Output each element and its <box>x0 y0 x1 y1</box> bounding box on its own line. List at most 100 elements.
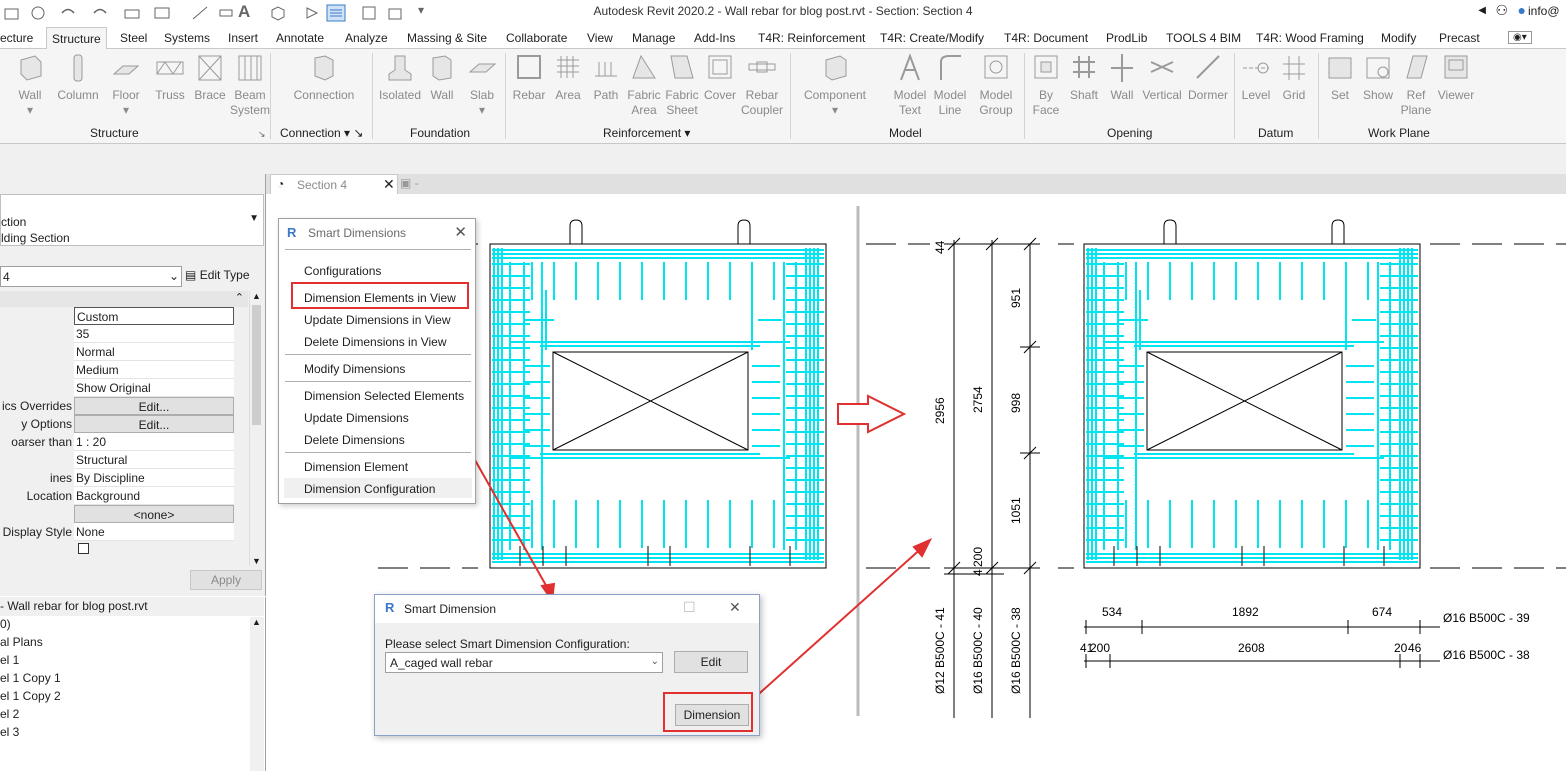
scroll-thumb[interactable] <box>252 305 261 425</box>
property-group-header[interactable]: ⌃ <box>0 291 248 307</box>
cover-button[interactable]: Cover <box>698 52 742 103</box>
tab-architecture[interactable]: ecture <box>0 31 33 45</box>
browser-item[interactable]: el 1 Copy 1 <box>0 671 61 685</box>
browser-item[interactable]: el 3 <box>0 725 19 739</box>
browser-item[interactable]: al Plans <box>0 635 43 649</box>
scroll-down-icon[interactable]: ▼ <box>252 556 261 566</box>
model-group-button[interactable]: Model Group <box>974 52 1018 118</box>
tab-view[interactable]: View <box>587 31 613 45</box>
property-value[interactable]: None <box>74 523 234 541</box>
instance-filter-dropdown[interactable]: 4 ⌄ <box>0 266 182 287</box>
property-value[interactable]: Edit... <box>74 397 234 415</box>
brace-button[interactable]: Brace <box>188 52 232 103</box>
menu-update-dimensions[interactable]: Update Dimensions <box>304 411 409 425</box>
browser-item[interactable]: el 1 Copy 2 <box>0 689 61 703</box>
model-text-button[interactable]: Model Text <box>888 52 932 118</box>
apply-button[interactable]: Apply <box>190 570 262 590</box>
tab-t4r-reinforcement[interactable]: T4R: Reinforcement <box>758 31 865 45</box>
property-checkbox[interactable] <box>78 543 89 554</box>
property-value[interactable]: 35 <box>74 325 234 343</box>
panel-reinforcement-label[interactable]: Reinforcement ▾ <box>603 126 690 140</box>
tab-steel[interactable]: Steel <box>120 31 147 45</box>
connection-button[interactable]: Connection <box>290 52 358 103</box>
menu-modify-dimensions[interactable]: Modify Dimensions <box>304 362 405 376</box>
browser-item[interactable]: el 2 <box>0 707 19 721</box>
user-icon[interactable]: ● <box>1518 2 1526 18</box>
tab-list-icon[interactable]: ▣ - <box>400 176 419 190</box>
tab-analyze[interactable]: Analyze <box>345 31 388 45</box>
grid-button[interactable]: Grid <box>1272 52 1316 103</box>
ribbon-minimize-icon[interactable]: ◉▾ <box>1508 31 1532 44</box>
ref-plane-button[interactable]: Ref Plane <box>1394 52 1438 118</box>
viewer-button[interactable]: Viewer <box>1434 52 1478 103</box>
menu-delete-dimensions-in-view[interactable]: Delete Dimensions in View <box>304 335 447 349</box>
tab-structure[interactable]: Structure <box>46 27 107 49</box>
chevron-left-icon[interactable]: ◀ <box>1478 5 1486 16</box>
rebar-button[interactable]: Rebar <box>507 52 551 103</box>
property-value[interactable]: Background <box>74 487 234 505</box>
slab-button[interactable]: Slab ▾ <box>460 52 504 118</box>
wall-foundation-button[interactable]: Wall <box>420 52 464 103</box>
tab-collaborate[interactable]: Collaborate <box>506 31 567 45</box>
tab-annotate[interactable]: Annotate <box>276 31 324 45</box>
collapse-icon[interactable]: ⌃ <box>235 291 244 304</box>
tab-tools-4-bim[interactable]: TOOLS 4 BIM <box>1166 31 1241 45</box>
panel-launcher-icon[interactable]: ↘ <box>258 129 266 140</box>
property-value[interactable]: <none> <box>74 505 234 523</box>
beam-system-button[interactable]: Beam System <box>228 52 272 118</box>
tab-prodlib[interactable]: ProdLib <box>1106 31 1147 45</box>
menu-dimension-element[interactable]: Dimension Element <box>304 460 408 474</box>
close-icon[interactable]: ✕ <box>383 176 395 193</box>
tab-t4r-wood-framing[interactable]: T4R: Wood Framing <box>1256 31 1364 45</box>
tab-section-4[interactable]: ◔ Section 4 ✕ <box>270 174 398 194</box>
truss-button[interactable]: Truss <box>148 52 192 103</box>
close-icon[interactable]: ✕ <box>454 223 467 241</box>
dormer-button[interactable]: Dormer <box>1186 52 1230 103</box>
tab-t4r-create-modify[interactable]: T4R: Create/Modify <box>880 31 984 45</box>
properties-scrollbar[interactable]: ▲ ▼ <box>249 291 263 566</box>
property-value[interactable]: Structural <box>74 451 234 469</box>
tab-systems[interactable]: Systems <box>164 31 210 45</box>
tab-add-ins[interactable]: Add-Ins <box>694 31 735 45</box>
property-value[interactable]: By Discipline <box>74 469 234 487</box>
binoculars-icon[interactable]: ⚇ <box>1495 2 1508 19</box>
model-line-button[interactable]: Model Line <box>928 52 972 118</box>
edit-type-button[interactable]: ▤ Edit Type <box>185 268 250 282</box>
tab-modify[interactable]: Modify <box>1381 31 1416 45</box>
tab-massing-site[interactable]: Massing & Site <box>407 31 487 45</box>
user-name[interactable]: info@ <box>1528 4 1566 18</box>
tab-insert[interactable]: Insert <box>228 31 258 45</box>
menu-update-dimensions-in-view[interactable]: Update Dimensions in View <box>304 313 451 327</box>
browser-item[interactable]: 0) <box>0 617 11 631</box>
close-icon[interactable]: ✕ <box>729 599 741 616</box>
vertical-opening-button[interactable]: Vertical <box>1140 52 1184 103</box>
menu-dimension-configuration[interactable]: Dimension Configuration <box>304 482 435 496</box>
tab-manage[interactable]: Manage <box>632 31 675 45</box>
property-value[interactable]: Custom <box>74 307 234 325</box>
menu-delete-dimensions[interactable]: Delete Dimensions <box>304 433 405 447</box>
scroll-up-icon[interactable]: ▲ <box>252 617 261 627</box>
chevron-down-icon[interactable]: ▼ <box>249 213 259 224</box>
property-value[interactable]: Edit... <box>74 415 234 433</box>
isolated-button[interactable]: Isolated <box>376 52 424 103</box>
property-value[interactable]: Show Original <box>74 379 234 397</box>
wall-button[interactable]: Wall ▾ <box>8 52 52 118</box>
browser-scrollbar[interactable]: ▲ <box>250 617 264 771</box>
property-value[interactable]: Normal <box>74 343 234 361</box>
configuration-dropdown[interactable]: A_caged wall rebar ⌄ <box>385 652 663 673</box>
property-value[interactable]: 1 : 20 <box>74 433 234 451</box>
component-button[interactable]: Component ▾ <box>798 52 872 118</box>
property-value[interactable]: Medium <box>74 361 234 379</box>
edit-button[interactable]: Edit <box>674 651 748 673</box>
tab-precast[interactable]: Precast <box>1439 31 1480 45</box>
maximize-icon[interactable]: ☐ <box>683 599 696 616</box>
menu-configurations[interactable]: Configurations <box>304 264 381 278</box>
panel-connection-label[interactable]: Connection ▾ ↘ <box>280 126 363 140</box>
rebar-coupler-button[interactable]: Rebar Coupler <box>740 52 784 118</box>
type-selector[interactable]: ction lding Section ▼ <box>0 194 264 246</box>
browser-item[interactable]: el 1 <box>0 653 19 667</box>
wall-opening-button[interactable]: Wall <box>1100 52 1144 103</box>
tab-t4r-document[interactable]: T4R: Document <box>1004 31 1088 45</box>
menu-dimension-selected-elements[interactable]: Dimension Selected Elements <box>304 389 464 403</box>
scroll-up-icon[interactable]: ▲ <box>252 291 261 301</box>
